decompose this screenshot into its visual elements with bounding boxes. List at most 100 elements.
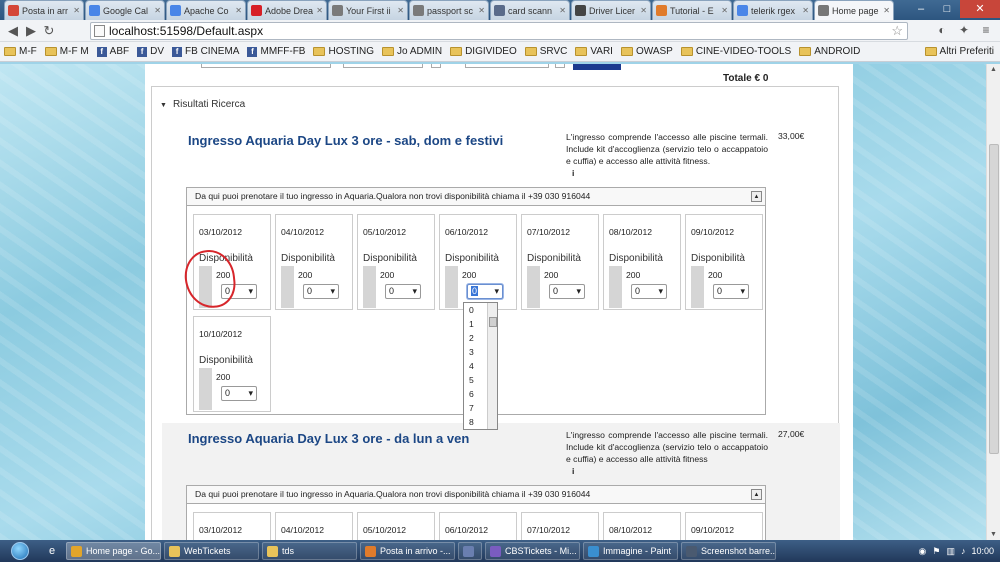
browser-tab[interactable]: card scann ✕ — [490, 0, 570, 20]
browser-tab[interactable]: Your First ii ✕ — [328, 0, 408, 20]
star-icon[interactable]: ☆ — [891, 23, 903, 39]
scroll-down-icon[interactable]: ▼ — [990, 531, 997, 538]
quantity-value: 0 — [471, 286, 479, 296]
close-window-button[interactable]: ✕ — [960, 0, 1000, 18]
quantity-select[interactable]: 0 — [221, 386, 257, 401]
bookmark-item[interactable]: f MMFF-FB — [247, 46, 305, 57]
info-icon[interactable]: i — [566, 465, 768, 477]
bookmark-item[interactable]: DIGIVIDEO — [450, 46, 517, 57]
scroll-up-icon[interactable]: ▲ — [990, 66, 997, 73]
ie-icon[interactable]: e — [40, 542, 64, 560]
taskbar-item[interactable]: WebTickets — [164, 542, 259, 560]
network-icon[interactable]: ▥ — [946, 546, 955, 557]
maximize-button[interactable]: □ — [934, 0, 960, 18]
browser-tab[interactable]: Driver Licer ✕ — [571, 0, 651, 20]
bookmark-item[interactable]: OWASP — [620, 46, 673, 57]
collapse-panel-button[interactable]: ▲ — [751, 191, 762, 202]
day-date: 05/10/2012 — [363, 525, 407, 535]
availability-label: Disponibilità — [691, 253, 745, 264]
start-button[interactable] — [0, 540, 40, 562]
reload-icon[interactable]: ↻ — [40, 23, 58, 39]
folder-icon — [924, 47, 937, 56]
bug-icon[interactable]: ✦ — [956, 22, 972, 38]
quantity-dropdown-list[interactable]: 012345678 — [463, 302, 498, 430]
search-button[interactable] — [573, 64, 621, 70]
close-tab-icon[interactable]: ✕ — [721, 6, 728, 15]
quantity-select[interactable]: 0 — [549, 284, 585, 299]
taskbar-item[interactable]: Home page - Go... — [66, 542, 161, 560]
bookmark-item[interactable]: f DV — [137, 46, 164, 57]
facebook-icon: f — [137, 46, 148, 57]
web-page: Totale € 0 ▼ Risultati Ricerca Ingresso A… — [145, 64, 853, 552]
day-card: 04/10/2012 Disponibilità 200 0 — [275, 214, 353, 310]
quantity-select[interactable]: 0 — [713, 284, 749, 299]
quantity-value: 0 — [307, 286, 313, 296]
taskbar-item[interactable]: Immagine - Paint — [583, 542, 678, 560]
back-icon[interactable]: ◀ — [4, 23, 22, 39]
taskbar-item[interactable] — [458, 542, 482, 560]
quantity-select[interactable]: 0 — [303, 284, 339, 299]
other-bookmarks[interactable]: Altri Preferiti — [924, 46, 994, 57]
address-bar[interactable]: localhost:51598/Default.aspx ☆ — [90, 22, 908, 40]
page-scrollbar[interactable]: ▲ ▼ — [986, 64, 1000, 540]
close-tab-icon[interactable]: ✕ — [478, 6, 485, 15]
bookmark-item[interactable]: HOSTING — [313, 46, 374, 57]
quantity-select[interactable]: 0 — [467, 284, 503, 299]
collapse-panel-button[interactable]: ▲ — [751, 489, 762, 500]
bookmark-item[interactable]: f FB CINEMA — [172, 46, 239, 57]
bookmark-item[interactable]: M-F — [4, 46, 37, 57]
browser-tab[interactable]: Apache Co ✕ — [166, 0, 246, 20]
tray-icon[interactable]: ◉ — [919, 546, 927, 557]
taskbar-item[interactable]: tds — [262, 542, 357, 560]
clock[interactable]: 10:00 — [971, 546, 994, 556]
volume-icon[interactable]: ♪ — [961, 546, 966, 556]
bookmark-item[interactable]: f ABF — [96, 46, 130, 57]
results-toggle[interactable]: ▼ Risultati Ricerca — [160, 99, 245, 110]
quantity-select[interactable]: 0 — [631, 284, 667, 299]
quantity-select[interactable]: 0 — [385, 284, 421, 299]
close-tab-icon[interactable]: ✕ — [316, 6, 323, 15]
taskbar-item[interactable]: Posta in arrivo -... — [360, 542, 455, 560]
bookmark-label: FB CINEMA — [185, 46, 240, 57]
browser-tab[interactable]: Home page ✕ — [814, 0, 894, 20]
close-tab-icon[interactable]: ✕ — [397, 6, 404, 15]
availability-label: Disponibilità — [199, 355, 253, 366]
close-tab-icon[interactable]: ✕ — [883, 6, 890, 15]
bookmark-item[interactable]: SRVC — [524, 46, 567, 57]
forward-icon[interactable]: ▶ — [22, 23, 40, 39]
close-tab-icon[interactable]: ✕ — [802, 6, 809, 15]
bookmark-item[interactable]: VARI — [575, 46, 613, 57]
bookmark-label: ABF — [109, 46, 130, 57]
browser-tab[interactable]: Tutorial - E ✕ — [652, 0, 732, 20]
scrollbar-thumb[interactable] — [989, 144, 999, 454]
day-card: 06/10/2012 Disponibilità 200 0 — [439, 214, 517, 310]
product-description: L'ingresso comprende l'accesso alle pisc… — [566, 429, 768, 477]
bookmark-item[interactable]: Jo ADMIN — [382, 46, 442, 57]
tab-title: Home page — [832, 5, 879, 16]
menu-icon[interactable]: ≡ — [978, 22, 994, 38]
adobe-icon — [251, 5, 262, 16]
close-tab-icon[interactable]: ✕ — [73, 6, 80, 15]
info-icon[interactable]: i — [566, 167, 768, 179]
bookmark-item[interactable]: M-F M — [44, 46, 89, 57]
browser-tab[interactable]: Google Cal ✕ — [85, 0, 165, 20]
dropdown-scrollbar[interactable] — [487, 303, 497, 429]
close-tab-icon[interactable]: ✕ — [559, 6, 566, 15]
minimize-button[interactable]: – — [908, 0, 934, 18]
browser-tab[interactable]: Adobe Drea ✕ — [247, 0, 327, 20]
close-tab-icon[interactable]: ✕ — [154, 6, 161, 15]
close-tab-icon[interactable]: ✕ — [235, 6, 242, 15]
flag-icon[interactable]: ⚑ — [932, 546, 940, 557]
close-tab-icon[interactable]: ✕ — [640, 6, 647, 15]
bookmark-item[interactable]: ANDROID — [799, 46, 860, 57]
browser-tab[interactable]: Posta in arr ✕ — [4, 0, 84, 20]
product-description-text: L'ingresso comprende l'accesso alle pisc… — [566, 430, 768, 464]
day-date: 06/10/2012 — [445, 227, 489, 237]
bookmark-item[interactable]: CINE-VIDEO-TOOLS — [680, 46, 791, 57]
availability-bar — [691, 266, 704, 308]
browser-tab[interactable]: passport sc ✕ — [409, 0, 489, 20]
taskbar-item[interactable]: CBSTickets - Mi... — [485, 542, 580, 560]
taskbar-item[interactable]: Screenshot barre... — [681, 542, 776, 560]
browser-tab[interactable]: telerik rgex ✕ — [733, 0, 813, 20]
extension-icon[interactable]: ◐ — [934, 22, 950, 38]
